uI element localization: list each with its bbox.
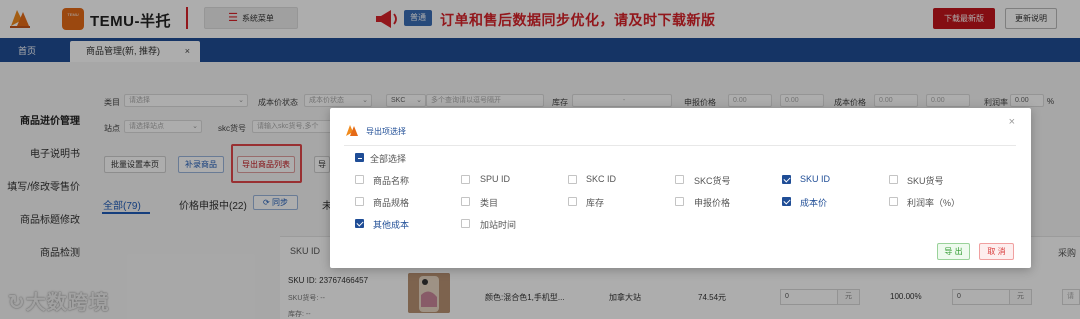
option-added-time-checkbox[interactable] [461,219,470,228]
option-cost-price-label: 成本价 [800,198,828,208]
dialog-title: 导出项选择 [366,127,406,136]
option-skc-id-label: SKC ID [586,174,617,184]
option-product-name-checkbox[interactable] [355,175,364,184]
option-spu-id-checkbox[interactable] [461,175,470,184]
select-all-label: 全部选择 [370,154,407,164]
option-skc-no-checkbox[interactable] [675,175,684,184]
option-cost-price-checkbox[interactable] [782,197,791,206]
close-icon[interactable]: × [1009,116,1015,128]
option-sku-id-checkbox[interactable] [782,175,791,184]
option-sku-no-checkbox[interactable] [889,175,898,184]
option-product-name-label: 商品名称 [373,176,410,186]
export-options-dialog: 导出项选择 × 全部选择 商品名称 SPU ID SKC ID SKC货号 SK… [330,108,1031,268]
dialog-divider [344,145,1016,146]
option-margin-label: 利润率（%） [907,198,961,208]
option-margin-checkbox[interactable] [889,197,898,206]
option-stock-label: 库存 [586,198,605,208]
option-category-label: 类目 [480,198,499,208]
dialog-logo-icon [346,125,358,136]
option-declared-price-checkbox[interactable] [675,197,684,206]
option-declared-price-label: 申报价格 [694,198,731,208]
option-skc-no-label: SKC货号 [694,176,731,186]
option-stock-checkbox[interactable] [568,197,577,206]
option-added-time-label: 加站时间 [480,220,517,230]
option-other-cost-label: 其他成本 [373,220,410,230]
option-skc-id-checkbox[interactable] [568,175,577,184]
option-spec-checkbox[interactable] [355,197,364,206]
option-other-cost-checkbox[interactable] [355,219,364,228]
option-spec-label: 商品规格 [373,198,410,208]
option-sku-no-label: SKU货号 [907,176,944,186]
select-all-checkbox[interactable] [355,153,364,162]
export-button[interactable]: 导 出 [937,243,970,260]
option-sku-id-label: SKU ID [800,174,831,184]
option-spu-id-label: SPU ID [480,174,511,184]
cancel-button[interactable]: 取 消 [979,243,1014,260]
option-category-checkbox[interactable] [461,197,470,206]
